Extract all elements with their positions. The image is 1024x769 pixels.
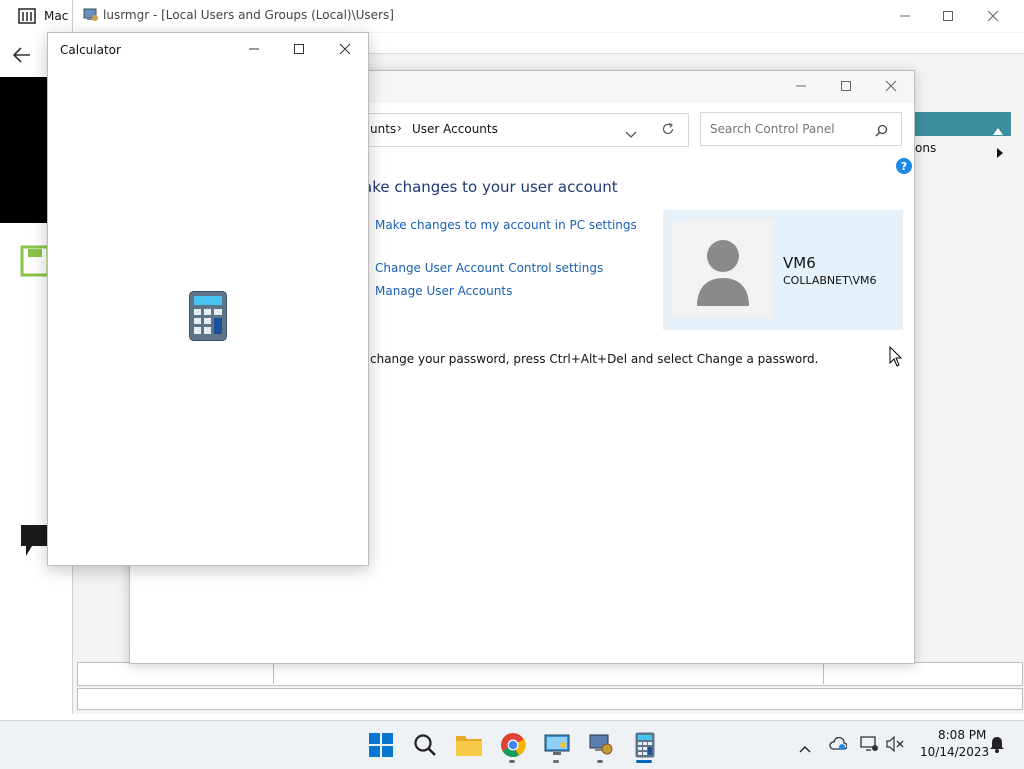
lusrmgr-app-icon xyxy=(83,7,99,23)
lusrmgr-pane-area xyxy=(77,662,1023,686)
help-icon[interactable]: ? xyxy=(896,158,912,174)
address-dropdown-icon[interactable] xyxy=(625,124,637,143)
breadcrumb-parent[interactable]: unts xyxy=(370,122,396,136)
clock-time[interactable]: 8:08 PM xyxy=(938,728,986,742)
link-change-account-pc-settings[interactable]: Make changes to my account in PC setting… xyxy=(375,218,637,232)
search-input[interactable] xyxy=(708,119,872,139)
user-tile: VM6 COLLABNET\VM6 xyxy=(663,210,903,330)
lusrmgr-maximize-button[interactable] xyxy=(928,3,968,29)
control-panel-close-button[interactable] xyxy=(871,73,911,99)
collapse-arrow-icon xyxy=(993,120,1003,139)
link-change-uac-settings[interactable]: Change User Account Control settings xyxy=(375,261,603,275)
taskbar-search-icon[interactable] xyxy=(410,730,440,760)
submenu-arrow-icon xyxy=(997,143,1003,162)
network-icon[interactable] xyxy=(860,736,878,756)
actions-more-label[interactable]: ons xyxy=(915,141,936,155)
lusrmgr-titlebar: lusrmgr - [Local Users and Groups (Local… xyxy=(73,0,1024,32)
mouse-cursor-icon xyxy=(889,345,903,372)
windows-start-icon[interactable] xyxy=(366,730,396,760)
breadcrumb-separator: › xyxy=(397,121,402,135)
calculator-active-indicator xyxy=(636,760,652,763)
password-hint: change your password, press Ctrl+Alt+Del… xyxy=(370,352,819,366)
search-icon[interactable] xyxy=(875,122,888,141)
control-panel-maximize-button[interactable] xyxy=(826,73,866,99)
calculator-maximize-button[interactable] xyxy=(279,36,319,62)
refresh-icon[interactable] xyxy=(661,121,675,140)
computer-management-running-indicator xyxy=(597,760,603,763)
save-icon xyxy=(20,245,50,277)
calculator-taskbar-icon[interactable] xyxy=(630,730,660,760)
control-panel-minimize-button[interactable] xyxy=(781,73,821,99)
pane-divider-2 xyxy=(823,662,824,684)
back-arrow-icon[interactable] xyxy=(12,46,32,64)
remote-desktop-running-indicator xyxy=(553,760,559,763)
background-window-title: Mac xyxy=(44,9,69,23)
actions-panel-header[interactable] xyxy=(915,112,1011,136)
user-domain: COLLABNET\VM6 xyxy=(783,274,877,287)
clock-date[interactable]: 10/14/2023 xyxy=(920,745,989,759)
app-icon xyxy=(18,8,36,24)
file-explorer-icon[interactable] xyxy=(454,730,484,760)
search-box[interactable] xyxy=(700,112,902,146)
show-hidden-icons-chevron-icon[interactable] xyxy=(799,738,811,757)
notification-bell-icon[interactable] xyxy=(989,736,1005,757)
chrome-icon[interactable] xyxy=(498,730,528,760)
pane-divider-1 xyxy=(273,662,274,684)
lusrmgr-minimize-button[interactable] xyxy=(885,3,925,29)
remote-desktop-icon[interactable] xyxy=(542,730,572,760)
calculator-minimize-button[interactable] xyxy=(234,36,274,62)
calculator-window: Calculator xyxy=(47,32,369,566)
calculator-title: Calculator xyxy=(60,43,121,57)
lusrmgr-statusbar xyxy=(77,688,1023,710)
lusrmgr-close-button[interactable] xyxy=(973,3,1013,29)
page-heading: ake changes to your user account xyxy=(363,178,618,196)
breadcrumb-current[interactable]: User Accounts xyxy=(412,122,498,136)
avatar xyxy=(673,220,773,318)
black-banner xyxy=(0,77,48,223)
volume-muted-icon[interactable] xyxy=(886,735,904,756)
calculator-splash-icon xyxy=(189,291,227,345)
user-avatar-icon xyxy=(697,240,749,306)
user-name: VM6 xyxy=(783,254,816,272)
chat-icon xyxy=(20,524,48,558)
lusrmgr-title: lusrmgr - [Local Users and Groups (Local… xyxy=(103,8,394,22)
calculator-close-button[interactable] xyxy=(325,36,365,62)
chrome-running-indicator xyxy=(509,760,515,763)
link-manage-user-accounts[interactable]: Manage User Accounts xyxy=(375,284,512,298)
onedrive-icon[interactable] xyxy=(829,736,848,755)
computer-management-icon[interactable] xyxy=(586,730,616,760)
